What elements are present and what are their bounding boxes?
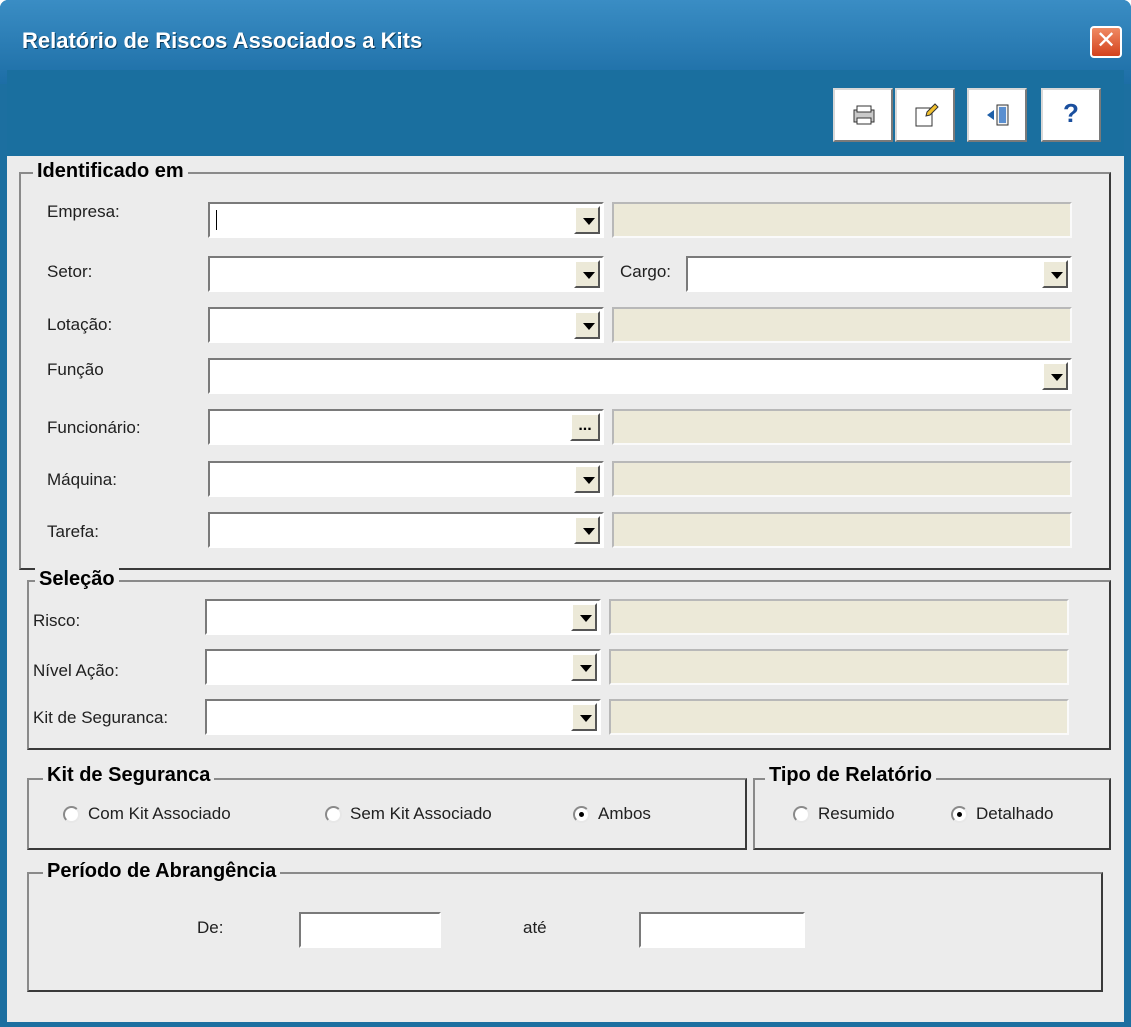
chevron-down-icon[interactable] (571, 603, 597, 631)
lotacao-description (612, 307, 1072, 343)
ate-label: até (523, 918, 547, 937)
radio-label: Resumido (818, 804, 895, 823)
selecao-legend: Seleção (35, 568, 119, 591)
exit-icon (987, 104, 1009, 126)
nivel-acao-label: Nível Ação: (33, 661, 119, 680)
tarefa-combo[interactable] (208, 512, 604, 548)
toolbar: ? (7, 70, 1124, 156)
maquina-combo[interactable] (208, 461, 604, 497)
kit-seguranca-label: Kit de Seguranca: (33, 708, 169, 727)
chevron-down-icon[interactable] (574, 206, 600, 234)
edit-button[interactable] (895, 88, 955, 142)
periodo-group (27, 872, 1103, 992)
cargo-label: Cargo: (620, 262, 672, 281)
chevron-down-icon[interactable] (574, 260, 600, 288)
chevron-down-icon[interactable] (574, 465, 600, 493)
lotacao-label: Lotação: (47, 315, 113, 334)
funcionario-lookup-button[interactable]: ... (570, 413, 600, 441)
radio-com-kit[interactable]: Com Kit Associado (63, 804, 231, 824)
funcionario-description (612, 409, 1072, 445)
kit-seguranca-description (609, 699, 1069, 735)
funcao-label: Função (47, 360, 104, 379)
chevron-down-icon[interactable] (1042, 362, 1068, 390)
nivel-acao-description (609, 649, 1069, 685)
empresa-label: Empresa: (47, 202, 120, 221)
tarefa-label: Tarefa: (47, 522, 99, 541)
risco-description (609, 599, 1069, 635)
close-button[interactable]: ✕ (1090, 26, 1122, 58)
radio-sem-kit[interactable]: Sem Kit Associado (325, 804, 492, 824)
radio-label: Ambos (598, 804, 651, 823)
window-title: Relatório de Riscos Associados a Kits (22, 28, 423, 53)
radio-dot[interactable] (793, 805, 810, 823)
de-date-field[interactable] (299, 912, 441, 948)
funcionario-field[interactable]: ... (208, 409, 604, 445)
empresa-combo[interactable] (208, 202, 604, 238)
ate-date-field[interactable] (639, 912, 805, 948)
radio-label: Com Kit Associado (88, 804, 231, 823)
chevron-down-icon[interactable] (1042, 260, 1068, 288)
chevron-down-icon[interactable] (574, 516, 600, 544)
identificado-legend: Identificado em (33, 160, 188, 183)
tarefa-description (612, 512, 1072, 548)
radio-dot-selected[interactable] (951, 805, 968, 823)
de-label: De: (197, 918, 224, 937)
radio-ambos[interactable]: Ambos (573, 804, 651, 824)
radio-dot[interactable] (63, 805, 80, 823)
radio-label: Detalhado (976, 804, 1054, 823)
risco-label: Risco: (33, 611, 81, 630)
report-window: Relatório de Riscos Associados a Kits ✕ (0, 0, 1131, 1027)
funcao-combo[interactable] (208, 358, 1072, 394)
radio-dot[interactable] (325, 805, 342, 823)
help-icon: ? (1063, 98, 1079, 128)
nivel-acao-combo[interactable] (205, 649, 601, 685)
form-body: Identificado em Empresa: Setor: Cargo: L… (7, 156, 1124, 1022)
chevron-down-icon[interactable] (571, 653, 597, 681)
kit-seguranca-combo[interactable] (205, 699, 601, 735)
maquina-description (612, 461, 1072, 497)
tipo-relatorio-legend: Tipo de Relatório (765, 764, 936, 787)
help-button[interactable]: ? (1041, 88, 1101, 142)
radio-dot-selected[interactable] (573, 805, 590, 823)
chevron-down-icon[interactable] (571, 703, 597, 731)
periodo-legend: Período de Abrangência (43, 860, 281, 883)
empresa-description (612, 202, 1072, 238)
radio-detalhado[interactable]: Detalhado (951, 804, 1054, 824)
radio-resumido[interactable]: Resumido (793, 804, 895, 824)
edit-icon (915, 103, 939, 127)
exit-button[interactable] (967, 88, 1027, 142)
kit-seguranca-legend: Kit de Seguranca (43, 764, 215, 787)
radio-label: Sem Kit Associado (350, 804, 492, 823)
setor-label: Setor: (47, 262, 93, 281)
print-icon (853, 105, 875, 125)
lotacao-combo[interactable] (208, 307, 604, 343)
print-button[interactable] (833, 88, 893, 142)
chevron-down-icon[interactable] (574, 311, 600, 339)
text-caret (216, 210, 217, 230)
cargo-combo[interactable] (686, 256, 1072, 292)
maquina-label: Máquina: (47, 470, 117, 489)
funcionario-label: Funcionário: (47, 418, 141, 437)
risco-combo[interactable] (205, 599, 601, 635)
setor-combo[interactable] (208, 256, 604, 292)
